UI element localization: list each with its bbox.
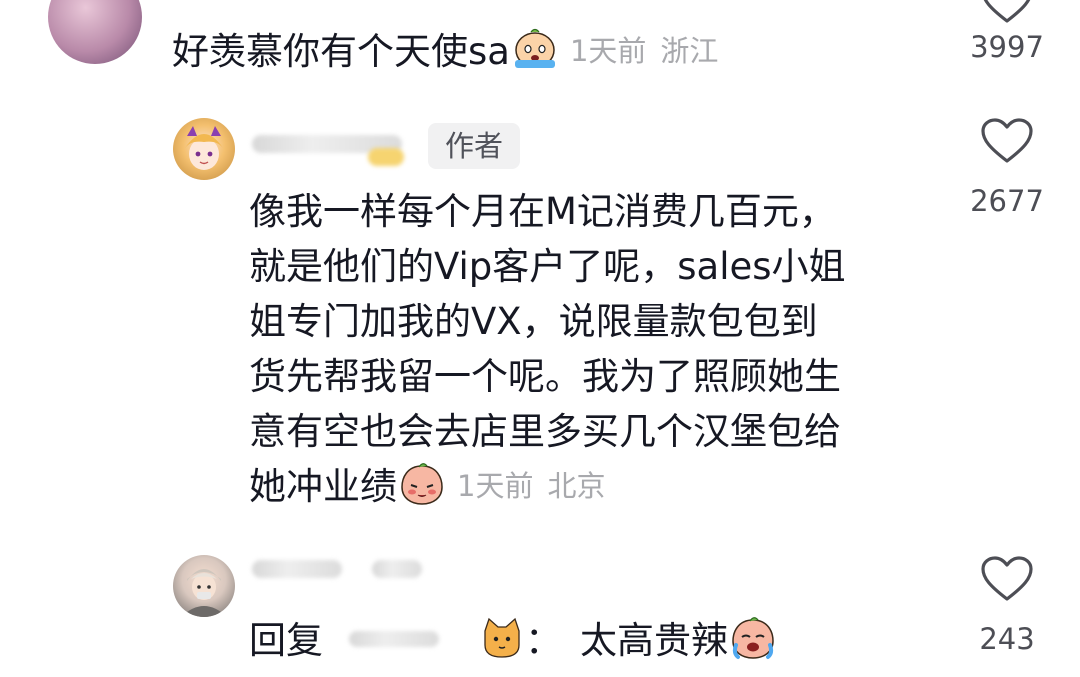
comment-1: 好羡慕你有个天使sa 1天前 浙江 [172, 24, 718, 79]
comment-2-time: 1天前 [457, 469, 534, 503]
comment-3: 回复 ： 太高贵辣 [249, 613, 776, 668]
crying-peach-emoji [730, 615, 776, 661]
heart-icon [981, 118, 1033, 163]
reply-prefix: 回复 [249, 619, 323, 662]
comment-2-line: 她冲业绩 [249, 465, 397, 508]
author-avatar[interactable] [173, 118, 235, 180]
replier-username[interactable] [252, 560, 342, 578]
heart-icon [981, 556, 1033, 601]
comment-2-line: 像我一样每个月在M记消费几百元， [249, 190, 836, 233]
comment-2-line: 姐专门加我的VX，说限量款包包到 [249, 300, 818, 343]
comment-1-time: 1天前 [569, 34, 647, 68]
shy-peach-emoji [399, 461, 445, 507]
heart-icon [983, 0, 1031, 23]
comment-2-line: 意有空也会去店里多买几个汉堡包给 [249, 410, 841, 453]
commenter-avatar[interactable] [48, 0, 142, 64]
like-count-3: 243 [979, 622, 1035, 656]
like-button-1[interactable] [952, 0, 1062, 28]
like-count-1: 3997 [970, 30, 1044, 64]
comment-2-line: 就是他们的Vip客户了呢，sales小姐 [249, 245, 846, 288]
comment-3-text: 太高贵辣 [580, 619, 728, 662]
comment-2-line: 货先帮我留一个呢。我为了照顾她生 [249, 355, 841, 398]
comment-1-location: 浙江 [660, 34, 719, 68]
comment-2-location: 北京 [547, 469, 606, 503]
comment-2: 像我一样每个月在M记消费几百元， 就是他们的Vip客户了呢，sales小姐 姐专… [249, 184, 846, 514]
crying-face-emoji [512, 26, 558, 72]
cat-face-emoji [479, 615, 525, 661]
reply-separator: ： [525, 619, 562, 662]
like-button-2[interactable] [952, 118, 1062, 168]
replier-avatar[interactable] [173, 555, 235, 617]
like-button-3[interactable] [952, 556, 1062, 606]
like-count-2: 2677 [970, 184, 1044, 218]
comment-1-text: 好羡慕你有个天使sa [172, 30, 510, 73]
replier-username-extra [372, 560, 422, 578]
author-badge: 作者 [428, 123, 520, 169]
author-username-emoji [368, 148, 404, 166]
reply-target-username[interactable] [349, 631, 439, 647]
